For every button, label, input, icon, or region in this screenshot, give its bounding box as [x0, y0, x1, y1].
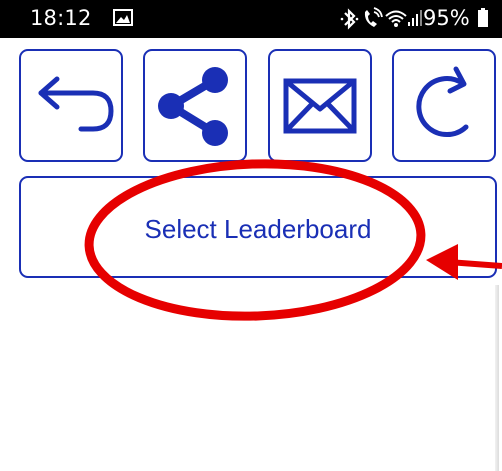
status-icons: 95%: [340, 6, 490, 32]
image-icon: [113, 9, 133, 26]
battery-icon: [478, 6, 488, 37]
scroll-edge: [495, 285, 499, 471]
select-leaderboard-label: Select Leaderboard: [144, 214, 372, 244]
share-button[interactable]: [143, 49, 247, 162]
wifi-calling-icon: [361, 6, 383, 37]
signal-icon: [408, 6, 422, 37]
status-time: 18:12: [30, 6, 92, 30]
back-button[interactable]: [19, 49, 123, 162]
select-leaderboard-button[interactable]: Select Leaderboard: [19, 176, 497, 278]
bluetooth-icon: [340, 6, 360, 37]
email-button[interactable]: [268, 49, 372, 162]
battery-percentage: 95%: [423, 6, 470, 30]
refresh-button[interactable]: [392, 49, 496, 162]
status-bar: 18:12 95%: [0, 0, 502, 38]
wifi-icon: [385, 6, 407, 37]
